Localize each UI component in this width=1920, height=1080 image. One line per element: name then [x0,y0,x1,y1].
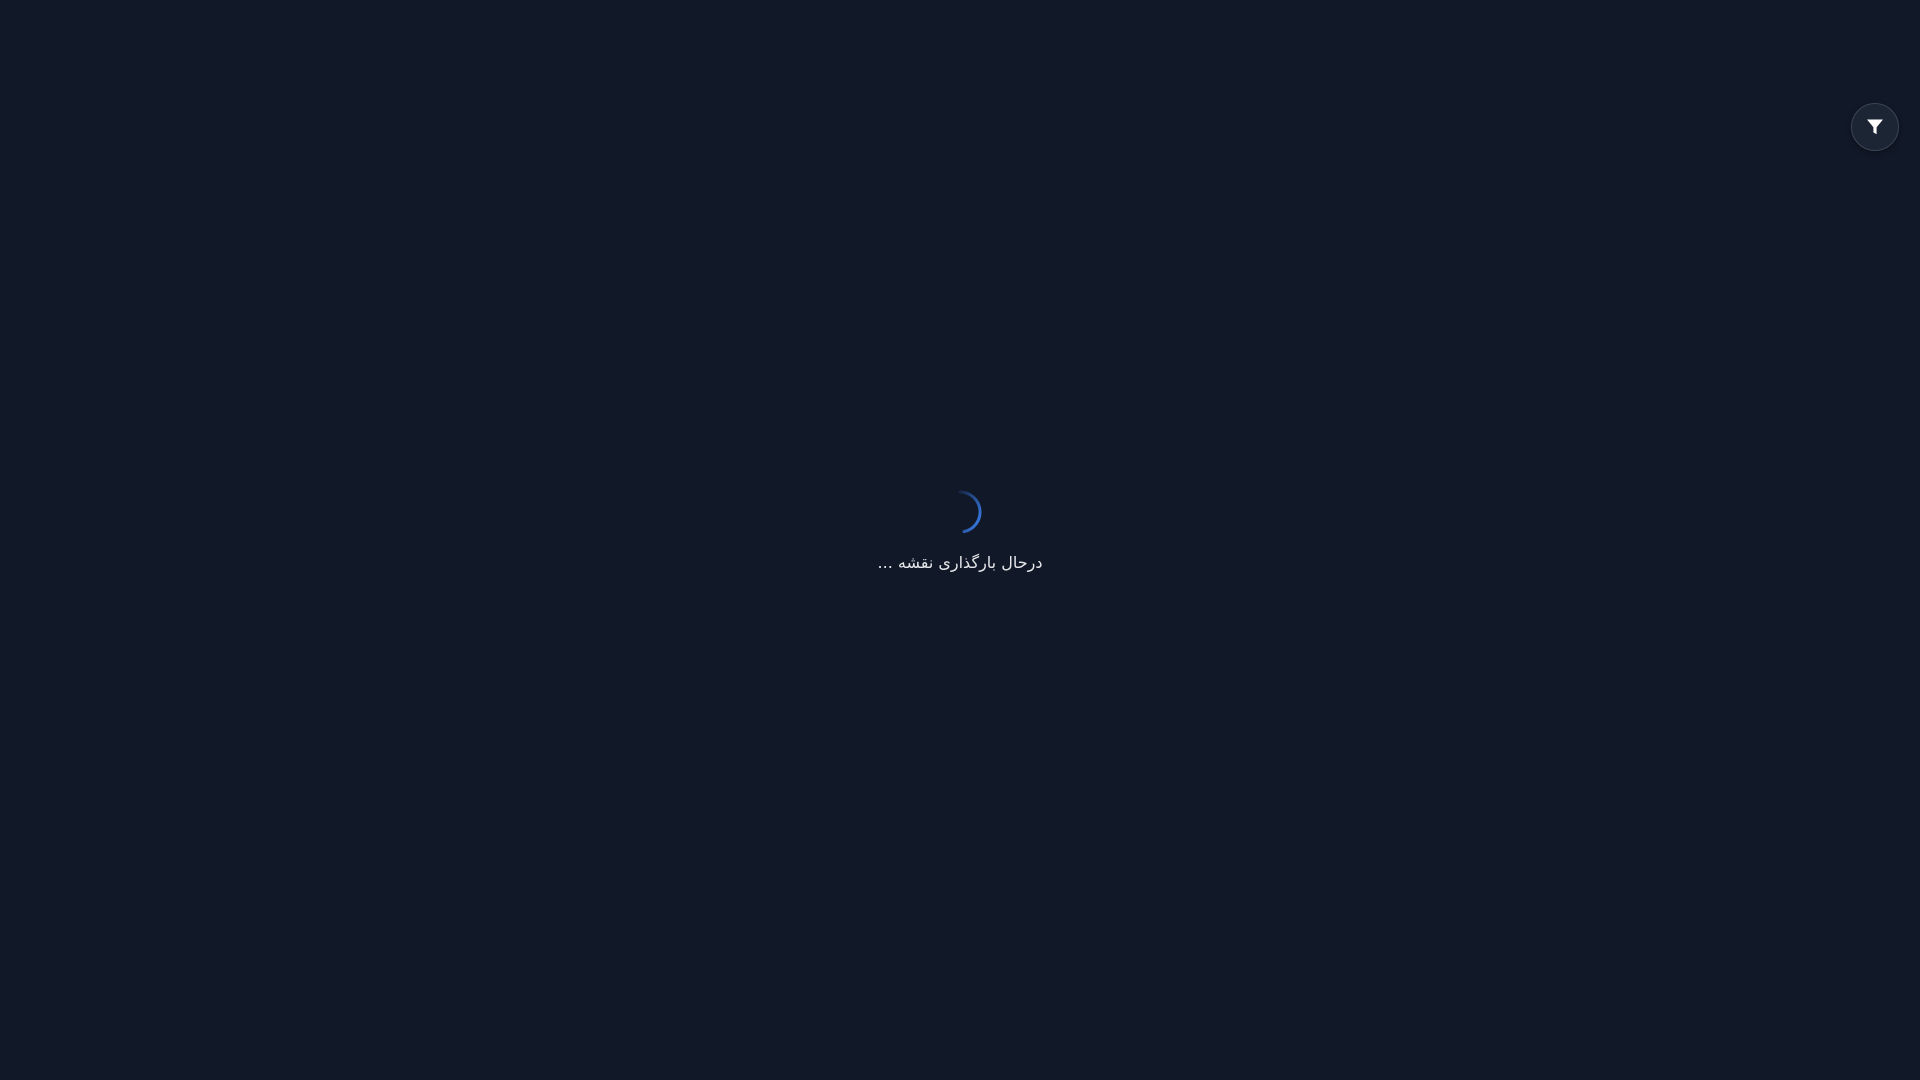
map-page: درحال بارگذاری نقشه ... [0,0,1920,1080]
filter-button[interactable] [1851,103,1899,151]
map-loading-indicator: درحال بارگذاری نقشه ... [0,490,1920,573]
loading-text: درحال بارگذاری نقشه ... [877,553,1043,572]
filter-icon [1867,119,1883,135]
loading-spinner-icon [958,490,982,534]
